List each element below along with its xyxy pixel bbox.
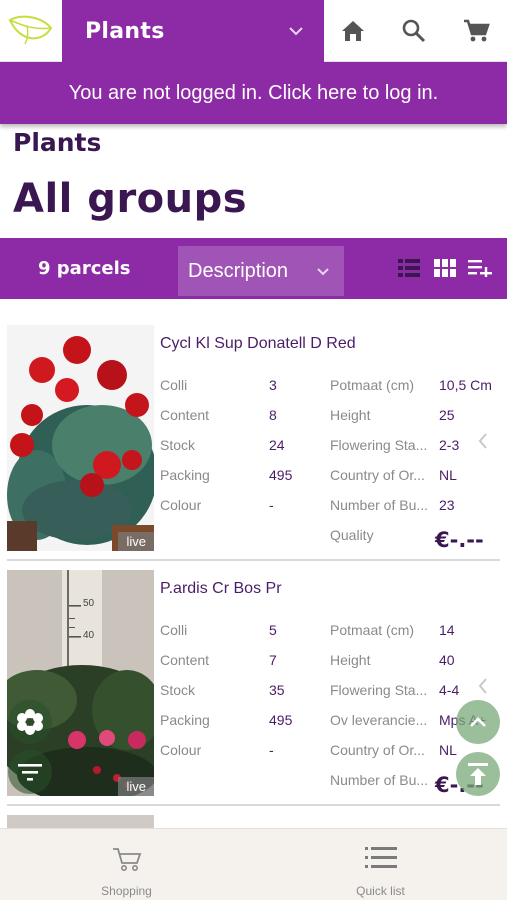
page-title: All groups (13, 176, 248, 222)
attr-label: Flowering Sta... (330, 682, 428, 698)
login-banner-text: You are not logged in. Click here to log… (68, 81, 439, 104)
breadcrumb[interactable]: Plants (13, 128, 101, 157)
attr-value: 25 (439, 407, 455, 423)
nav-quick-list[interactable]: Quick list (254, 829, 507, 900)
attr-label: Content (160, 407, 210, 423)
attr-label: Colour (160, 742, 202, 758)
attr-value: - (269, 497, 274, 513)
scroll-to-top-icon[interactable] (456, 752, 500, 796)
home-icon[interactable] (336, 14, 370, 48)
chevron-left-icon[interactable] (476, 676, 490, 696)
chevron-left-icon[interactable] (476, 431, 490, 451)
attr-label: Colli (160, 377, 188, 393)
price: €-.-- (435, 528, 484, 552)
attr-value: 24 (269, 437, 285, 453)
flower-filter-icon[interactable] (8, 700, 52, 744)
ruler-mark: 40 (83, 630, 95, 641)
attr-label: Flowering Sta... (330, 437, 428, 453)
attr-label: Number of Bu... (330, 497, 429, 513)
category-label: Plants (85, 18, 165, 44)
nav-label: Shopping (101, 884, 152, 898)
attr-value: 14 (439, 622, 455, 638)
attr-value: 3 (269, 377, 277, 393)
product-name[interactable]: P.ardis Cr Bos Pr (160, 580, 282, 598)
attr-value: 10,5 Cm (439, 377, 492, 393)
attr-label: Packing (160, 712, 210, 728)
attr-label: Colli (160, 622, 188, 638)
attr-value: 495 (269, 467, 293, 483)
sort-label: Description (188, 259, 289, 282)
attr-value: 495 (269, 712, 293, 728)
attr-label: Stock (160, 682, 196, 698)
search-icon[interactable] (397, 14, 431, 48)
category-select[interactable]: Plants (62, 0, 324, 62)
attr-label: Country of Or... (330, 742, 425, 758)
bottom-nav: Shopping Quick list (0, 828, 507, 900)
product-card[interactable]: 50 40 live P.ardis Cr Bos Pr Colli 5 Con… (7, 570, 500, 806)
product-card[interactable]: live Cycl Kl Sup Donatell D Red Colli 3 … (7, 325, 500, 561)
chevron-down-icon (316, 262, 330, 281)
parcel-count: 9 parcels (38, 258, 131, 279)
product-name[interactable]: Cycl Kl Sup Donatell D Red (160, 335, 356, 353)
chevron-down-icon (288, 22, 304, 41)
attr-label: Height (330, 407, 371, 423)
attr-value: 23 (439, 497, 455, 513)
ruler-mark: 50 (83, 598, 95, 609)
attr-label: Stock (160, 437, 196, 453)
list-toolbar: 9 parcels Description (0, 238, 507, 299)
attr-label: Potmaat (cm) (330, 377, 415, 393)
attr-value: 7 (269, 652, 277, 668)
add-to-list-icon[interactable] (468, 256, 494, 280)
login-banner[interactable]: You are not logged in. Click here to log… (0, 62, 507, 124)
attr-label: Number of Bu... (330, 772, 429, 788)
attr-value: 8 (269, 407, 277, 423)
attr-label: Packing (160, 467, 210, 483)
cart-icon[interactable] (459, 14, 493, 48)
attr-value: - (269, 742, 274, 758)
filter-icon[interactable] (8, 750, 52, 794)
shopping-cart-icon (0, 846, 253, 872)
attr-label: Country of Or... (330, 467, 425, 483)
quick-list-icon (254, 846, 507, 870)
top-header: Plants (0, 0, 507, 62)
attr-value: 5 (269, 622, 277, 638)
attr-label: Colour (160, 497, 202, 513)
scroll-up-icon[interactable] (456, 700, 500, 744)
attr-label: Height (330, 652, 371, 668)
attr-value: 40 (439, 652, 455, 668)
nav-label: Quick list (356, 884, 405, 898)
logo-leaf-icon[interactable] (0, 0, 62, 62)
sort-select[interactable]: Description (178, 246, 344, 296)
attr-label: Ov leverancie... (330, 712, 428, 728)
attr-value: 35 (269, 682, 285, 698)
list-view-icon[interactable] (396, 256, 422, 280)
attr-label: Potmaat (cm) (330, 622, 415, 638)
attr-label: Content (160, 652, 210, 668)
product-image[interactable]: live (7, 325, 154, 551)
grid-view-icon[interactable] (432, 256, 458, 280)
attr-value: NL (439, 467, 457, 483)
nav-shopping[interactable]: Shopping (0, 829, 253, 900)
live-badge: live (118, 777, 154, 796)
live-badge: live (118, 532, 154, 551)
attr-label: Quality (330, 527, 374, 543)
